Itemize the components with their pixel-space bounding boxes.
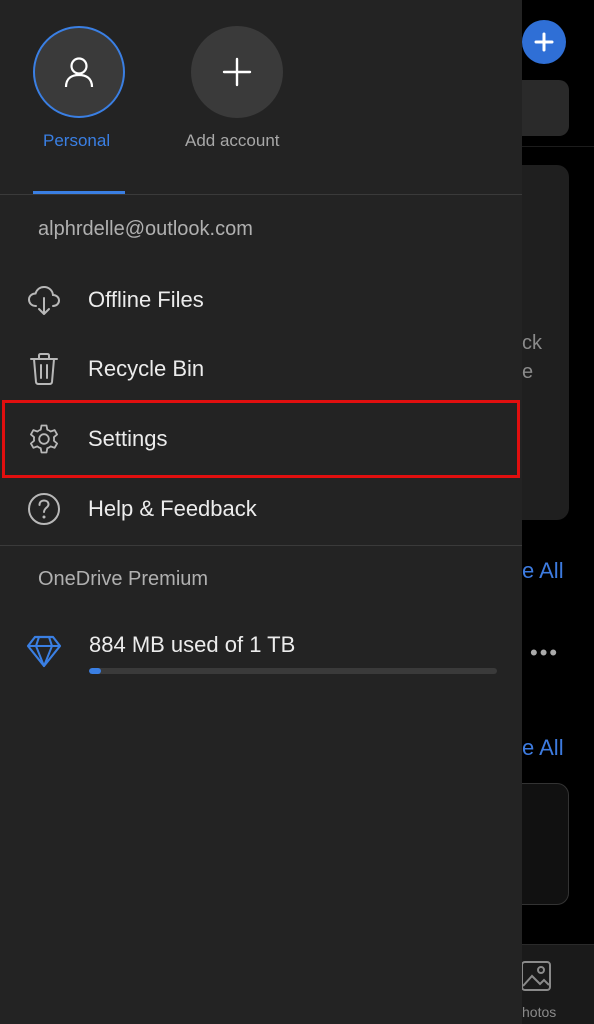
- diamond-icon: [26, 635, 62, 668]
- more-options-icon[interactable]: •••: [530, 640, 559, 666]
- storage-progress-fill: [89, 668, 101, 674]
- see-all-link[interactable]: e All: [522, 558, 564, 584]
- account-email: alphrdelle@outlook.com: [38, 218, 253, 240]
- plus-icon: [222, 57, 252, 87]
- card-text: e: [522, 361, 534, 383]
- menu-item-help-feedback[interactable]: Help & Feedback: [0, 479, 522, 539]
- storage-usage-text[interactable]: 884 MB used of 1 TB: [89, 632, 295, 658]
- account-personal[interactable]: [33, 26, 125, 118]
- add-account-circle[interactable]: [191, 26, 283, 118]
- menu-item-label: Recycle Bin: [88, 356, 205, 381]
- menu-item-recycle-bin[interactable]: Recycle Bin: [0, 339, 522, 399]
- navigation-drawer: Personal Add account alphrdelle@outlook.…: [0, 0, 522, 1024]
- photos-icon[interactable]: [520, 960, 552, 992]
- cloud-download-icon: [26, 282, 62, 318]
- add-button[interactable]: [522, 20, 566, 64]
- divider: [522, 146, 594, 147]
- add-account-button[interactable]: [191, 26, 283, 118]
- settings-highlight-box: [2, 400, 520, 478]
- person-icon: [64, 57, 94, 88]
- menu-item-label: Help & Feedback: [88, 496, 257, 521]
- divider: [0, 545, 522, 546]
- premium-section-title: OneDrive Premium: [38, 568, 209, 590]
- account-personal-label[interactable]: Personal: [43, 131, 110, 151]
- menu-item-offline-files[interactable]: Offline Files: [0, 270, 522, 330]
- plus-icon: [534, 32, 554, 52]
- menu-item-label: Offline Files: [88, 287, 204, 312]
- card-text: ck: [522, 332, 542, 354]
- add-account-label[interactable]: Add account: [185, 131, 280, 151]
- storage-progress-bar: [89, 668, 497, 674]
- divider: [0, 194, 522, 195]
- trash-icon: [26, 351, 62, 387]
- tab-photos-label[interactable]: hotos: [522, 1004, 556, 1020]
- see-all-link[interactable]: e All: [522, 735, 564, 761]
- help-circle-icon: [26, 491, 62, 527]
- avatar[interactable]: [33, 26, 125, 118]
